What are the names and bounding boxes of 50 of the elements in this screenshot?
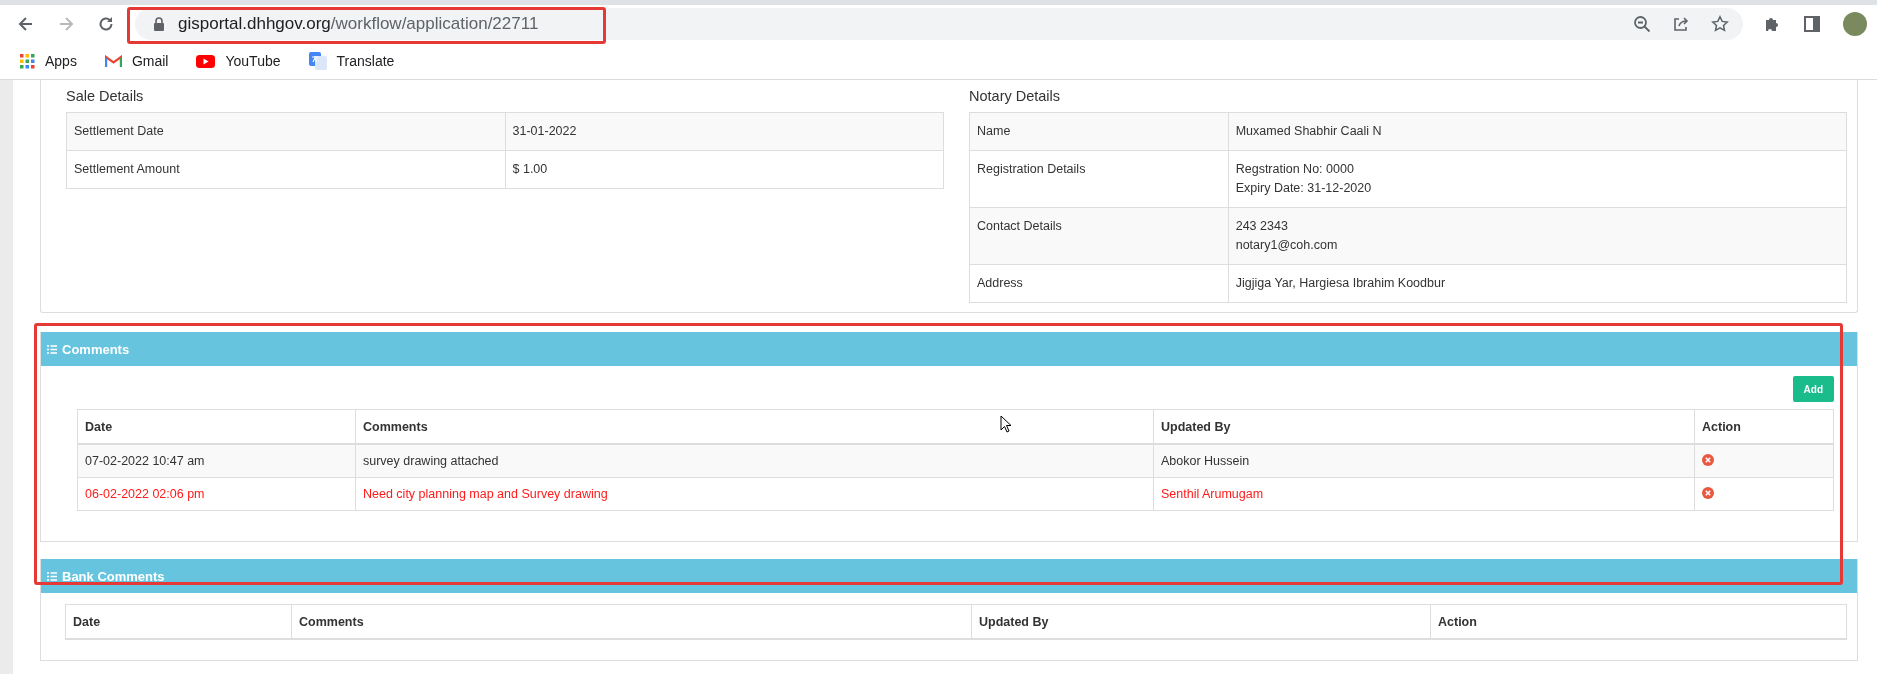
table-cell: Address bbox=[969, 264, 1229, 303]
zoom-out-icon[interactable] bbox=[1633, 15, 1651, 33]
avatar[interactable] bbox=[1843, 12, 1867, 36]
url-text: gisportal.dhhgov.org/workflow/application/22711 bbox=[178, 14, 539, 34]
puzzle-icon[interactable] bbox=[1763, 15, 1781, 33]
column-header: Action bbox=[1430, 604, 1847, 639]
lock-icon bbox=[153, 17, 165, 31]
column-header: Updated By bbox=[971, 604, 1431, 639]
table-cell: Need city planning map and Survey drawing bbox=[355, 477, 1154, 511]
address-bar[interactable]: gisportal.dhhgov.org/workflow/application/22711 bbox=[135, 8, 1743, 40]
table-cell: Registration Details bbox=[969, 150, 1229, 208]
panel-title: Comments bbox=[62, 341, 130, 357]
section-title: Sale Details bbox=[66, 88, 145, 104]
bookmark-item[interactable]: Translate bbox=[308, 52, 395, 70]
star-icon[interactable] bbox=[1711, 15, 1729, 33]
play-icon bbox=[196, 54, 216, 68]
bookmark-item[interactable]: Apps bbox=[20, 53, 77, 69]
section-title: Notary Details bbox=[969, 88, 1062, 104]
list-icon bbox=[47, 571, 57, 581]
table-cell: 06-02-2022 02:06 pm bbox=[77, 477, 356, 511]
table-cell: $ 1.00 bbox=[505, 150, 944, 189]
table-cell: Settlement Amount bbox=[66, 150, 505, 189]
column-header: Date bbox=[65, 604, 292, 639]
delete-icon[interactable] bbox=[1702, 453, 1714, 466]
column-header: Comments bbox=[291, 604, 972, 639]
table-cell: Jigjiga Yar, Hargiesa Ibrahim Koodbur bbox=[1228, 264, 1847, 303]
table-cell: Settlement Date bbox=[66, 112, 505, 151]
panel-title: Bank Comments bbox=[62, 568, 165, 584]
bookmark-item[interactable]: YouTube bbox=[196, 53, 281, 69]
translate-icon bbox=[308, 52, 327, 70]
bookmark-item[interactable]: Gmail bbox=[104, 53, 169, 69]
reload-icon[interactable] bbox=[97, 15, 115, 33]
table-cell: 07-02-2022 10:47 am bbox=[77, 444, 356, 478]
table-cell: Contact Details bbox=[969, 207, 1229, 265]
delete-icon[interactable] bbox=[1702, 486, 1714, 499]
list-icon bbox=[47, 344, 57, 354]
table-cell: Abokor Hussein bbox=[1153, 444, 1695, 478]
table-cell: Senthil Arumugam bbox=[1153, 477, 1695, 511]
table-cell: survey drawing attached bbox=[355, 444, 1154, 478]
apps-grid-icon bbox=[20, 53, 35, 69]
side-panel-icon[interactable] bbox=[1803, 15, 1821, 33]
share-icon[interactable] bbox=[1672, 15, 1690, 33]
mail-icon bbox=[104, 54, 122, 68]
table-cell: 31-01-2022 bbox=[505, 112, 944, 151]
table-cell: Name bbox=[969, 112, 1229, 151]
mouse-pointer-icon bbox=[1000, 415, 1012, 433]
table-cell: Regstration No: 0000 Expiry Date: 31-12-2020 bbox=[1228, 150, 1847, 208]
table-cell: 243 2343 notary1@coh.com bbox=[1228, 207, 1847, 265]
table-cell: Muxamed Shabhir Caali N bbox=[1228, 112, 1847, 151]
back-icon[interactable] bbox=[17, 15, 35, 33]
